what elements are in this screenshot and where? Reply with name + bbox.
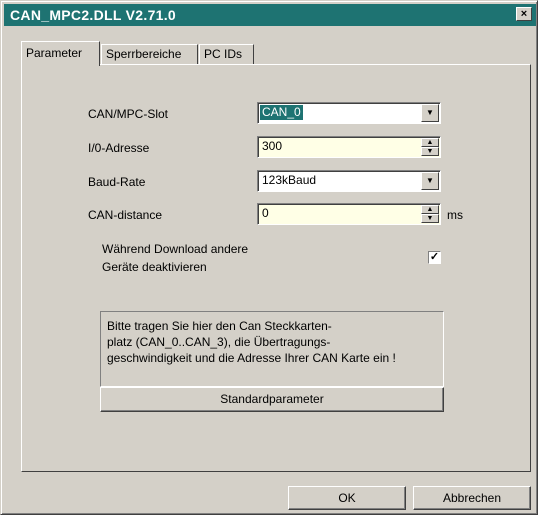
tab-parameter-label: Parameter: [26, 46, 83, 60]
io-spin-down-button[interactable]: ▼: [421, 147, 439, 156]
check-icon: ✓: [429, 251, 440, 263]
can-distance-label: CAN-distance: [88, 208, 163, 222]
ok-label: OK: [338, 491, 356, 505]
io-spin-up-button[interactable]: ▲: [421, 138, 439, 147]
baud-rate-select[interactable]: 123kBaud ▼: [257, 170, 441, 192]
download-disable-checkbox[interactable]: ✓: [428, 251, 441, 264]
chevron-down-icon: ▼: [426, 108, 434, 117]
io-address-value: 300: [262, 139, 283, 153]
info-line: geschwindigkeit und die Adresse Ihrer CA…: [107, 351, 396, 365]
ok-button[interactable]: OK: [288, 486, 406, 510]
chevron-down-icon: ▼: [426, 176, 434, 185]
io-address-label: I/0-Adresse: [88, 141, 150, 155]
title-bar[interactable]: CAN_MPC2.DLL V2.71.0 ×: [4, 4, 536, 26]
baud-rate-dropdown-button[interactable]: ▼: [421, 172, 439, 190]
can-distance-unit: ms: [447, 208, 463, 222]
info-line: platz (CAN_0..CAN_3), die Übertragungs-: [107, 335, 331, 349]
slot-label: CAN/MPC-Slot: [88, 107, 169, 121]
tab-pc-ids-label: PC IDs: [204, 47, 243, 61]
cancel-button[interactable]: Abbrechen: [413, 486, 531, 510]
tab-sperrbereiche[interactable]: Sperrbereiche: [101, 44, 198, 64]
can-distance-value: 0: [262, 206, 269, 220]
io-address-input[interactable]: 300 ▲ ▼: [257, 136, 441, 158]
baud-rate-label: Baud-Rate: [88, 175, 146, 189]
slot-select[interactable]: CAN_0 ▼: [257, 102, 441, 124]
distance-spin-down-button[interactable]: ▼: [421, 214, 439, 223]
close-button[interactable]: ×: [516, 7, 532, 21]
slot-value: CAN_0: [260, 105, 303, 120]
window-title: CAN_MPC2.DLL V2.71.0: [10, 7, 177, 23]
download-label-line2: Geräte deaktivieren: [102, 260, 207, 274]
info-box: Bitte tragen Sie hier den Can Steckkarte…: [100, 311, 444, 387]
spin-up-icon: ▲: [426, 139, 434, 146]
download-label-line1: Während Download andere: [102, 242, 249, 256]
spin-down-icon: ▼: [426, 215, 434, 222]
spin-down-icon: ▼: [426, 148, 434, 155]
standard-parameters-button[interactable]: Standardparameter: [100, 387, 444, 412]
dialog-window: CAN_MPC2.DLL V2.71.0 × Parameter Sperrbe…: [0, 0, 538, 515]
slot-dropdown-button[interactable]: ▼: [421, 104, 439, 122]
info-line: Bitte tragen Sie hier den Can Steckkarte…: [107, 319, 332, 333]
close-icon: ×: [520, 8, 528, 20]
distance-spin-up-button[interactable]: ▲: [421, 205, 439, 214]
cancel-label: Abbrechen: [442, 491, 502, 505]
can-distance-input[interactable]: 0 ▲ ▼: [257, 203, 441, 225]
spin-up-icon: ▲: [426, 206, 434, 213]
tab-parameter[interactable]: Parameter: [21, 41, 100, 66]
parameter-panel: CAN/MPC-Slot CAN_0 ▼ I/0-Adresse 300 ▲ ▼…: [21, 64, 531, 472]
standard-parameters-label: Standardparameter: [220, 392, 324, 406]
tab-sperrbereiche-label: Sperrbereiche: [106, 47, 182, 61]
tab-pc-ids[interactable]: PC IDs: [199, 44, 254, 64]
info-text: Bitte tragen Sie hier den Can Steckkarte…: [107, 318, 437, 366]
baud-rate-value: 123kBaud: [262, 173, 317, 187]
